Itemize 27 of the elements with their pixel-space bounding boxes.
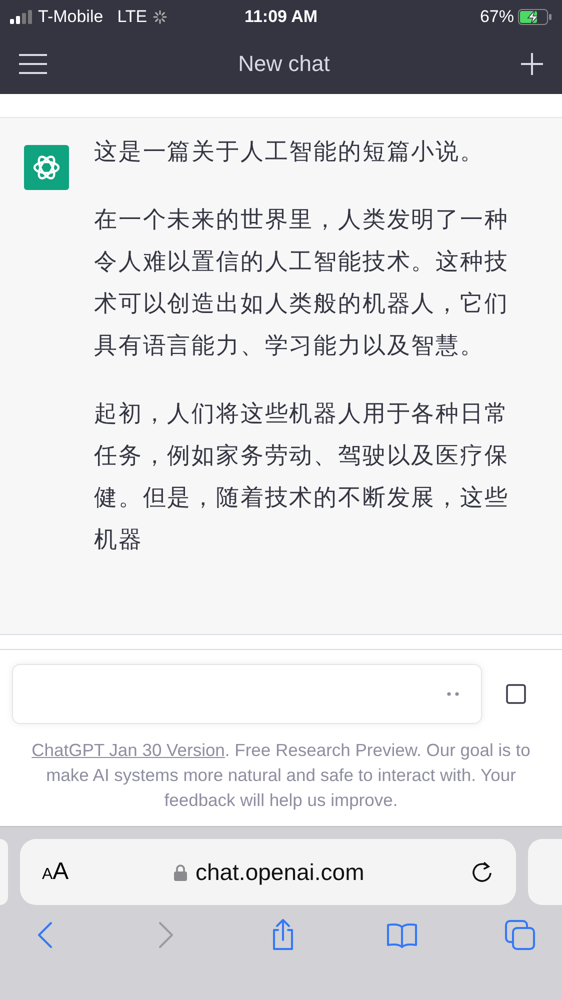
message-input[interactable] [12, 664, 482, 724]
tab-preview[interactable] [528, 839, 562, 905]
loading-dots-icon [447, 692, 459, 696]
tabs-button[interactable] [502, 917, 538, 953]
battery-charging-icon [518, 9, 552, 25]
message-paragraph: 这是一篇关于人工智能的短篇小说。 [94, 137, 486, 166]
network-type: LTE [117, 7, 148, 27]
lock-icon [174, 864, 188, 880]
spinner-icon [153, 10, 168, 24]
battery-percentage: 67% [480, 7, 514, 27]
reload-button[interactable] [470, 860, 494, 884]
menu-button[interactable] [18, 53, 48, 75]
text-size-button[interactable]: AA [42, 858, 69, 886]
message-paragraph: 在一个未来的世界里，人类发明了一种令人难以置信的人工智能技术。这种技术可以创造出如人类般的机器人，它们具有语言能力、学习能力以及智慧。 [94, 205, 510, 360]
send-button[interactable] [506, 684, 526, 704]
carrier-name: T-Mobile [38, 7, 104, 27]
address-bar[interactable]: AA chat.openai.com [20, 839, 516, 905]
chat-title: New chat [238, 51, 330, 77]
new-chat-button[interactable] [520, 52, 544, 76]
tabs-icon [503, 918, 537, 952]
tab-preview[interactable] [0, 839, 8, 905]
clock-time: 11:09 AM [244, 7, 318, 27]
message-paragraph: 起初，人们将这些机器人用于各种日常任务，例如家务劳动、驾驶以及医疗保健。但是，随着技术的不断发展，这些机器 [94, 399, 510, 554]
disclaimer-text: ChatGPT Jan 30 Version. Free Research Preview. Our goal is to make AI systems more natural and safe to interact with. Your feedback will help us improve. [30, 739, 532, 812]
assistant-avatar-icon [24, 145, 69, 190]
signal-icon [10, 10, 32, 24]
url-text: chat.openai.com [195, 858, 364, 886]
